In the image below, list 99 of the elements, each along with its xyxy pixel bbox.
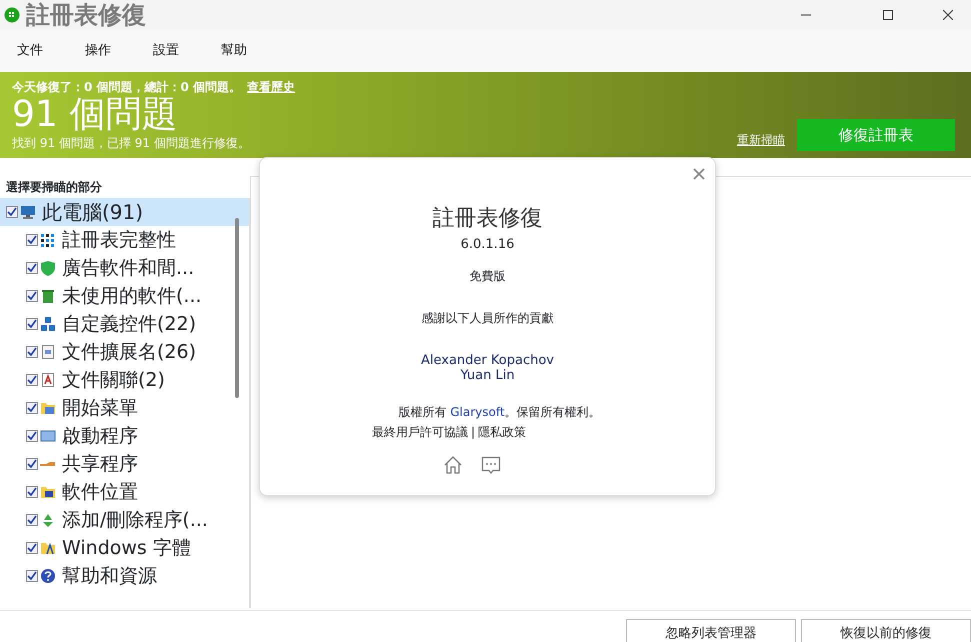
window-icon xyxy=(40,428,56,444)
item-label: Windows 字體 xyxy=(62,536,191,561)
checkbox[interactable] xyxy=(26,234,38,246)
tree-item[interactable]: 開始菜單 xyxy=(0,394,249,422)
check-icon xyxy=(7,207,17,217)
scan-summary: 找到 91 個問題，已擇 91 個問題進行修復。 xyxy=(12,135,250,152)
item-label: 註冊表完整性 xyxy=(62,228,176,253)
tree-item[interactable]: 共享程序 xyxy=(0,450,249,478)
check-icon xyxy=(27,571,37,581)
item-label: 共享程序 xyxy=(62,452,138,477)
tree-item[interactable]: 文件擴展名(26) xyxy=(0,338,249,366)
grid-icon xyxy=(40,232,56,248)
check-icon xyxy=(27,319,37,329)
check-icon xyxy=(27,487,37,497)
trash-icon xyxy=(40,288,56,304)
checkbox[interactable] xyxy=(26,290,38,302)
check-icon xyxy=(27,263,37,273)
maximize-icon xyxy=(883,10,893,20)
item-label: 未使用的軟件(... xyxy=(62,284,202,309)
item-label: 文件擴展名(26) xyxy=(62,340,196,365)
credit-name: Alexander Kopachov xyxy=(420,352,555,368)
dialog-close-button[interactable] xyxy=(693,168,705,180)
rescan-link[interactable]: 重新掃瞄 xyxy=(737,131,785,149)
checkbox[interactable] xyxy=(26,346,38,358)
checkbox[interactable] xyxy=(26,318,38,330)
section-heading: 選擇要掃瞄的部分 xyxy=(5,179,103,196)
credits-heading: 感謝以下人員所作的貢獻 xyxy=(420,310,554,326)
checkbox[interactable] xyxy=(6,206,18,218)
checkbox[interactable] xyxy=(26,402,38,414)
issue-count: 91 個問題 xyxy=(12,96,178,134)
checkbox[interactable] xyxy=(26,486,38,498)
tree-item[interactable]: 自定義控件(22) xyxy=(0,310,249,338)
tree-item[interactable]: 啟動程序 xyxy=(0,422,249,450)
tree-item[interactable]: 軟件位置 xyxy=(0,478,249,506)
menu-item[interactable]: 設置 xyxy=(139,41,193,61)
eula-link[interactable]: 最終用戶許可協議 xyxy=(372,422,468,440)
shield-icon xyxy=(40,260,56,276)
item-label: 軟件位置 xyxy=(62,480,138,505)
tree-item[interactable]: 文件關聯(2) xyxy=(0,366,249,394)
check-icon xyxy=(27,431,37,441)
menu-item[interactable]: 操作 xyxy=(71,41,125,61)
tree-item[interactable]: 廣告軟件和間... xyxy=(0,254,249,282)
folder-icon xyxy=(40,484,56,500)
window-title: 註冊表修復 xyxy=(26,0,146,30)
checkbox[interactable] xyxy=(26,570,38,582)
item-label: 幫助和資源 xyxy=(62,564,157,589)
dialog-title: 註冊表修復 xyxy=(432,205,544,233)
checkbox[interactable] xyxy=(26,458,38,470)
check-icon xyxy=(27,347,37,357)
check-icon xyxy=(27,403,37,413)
version-text: 6.0.1.16 xyxy=(460,236,516,254)
item-label: 廣告軟件和間... xyxy=(62,256,194,281)
tree-item[interactable]: Windows 字體 xyxy=(0,534,249,562)
checkbox[interactable] xyxy=(26,514,38,526)
chat-icon[interactable] xyxy=(480,454,500,474)
checkbox[interactable] xyxy=(26,430,38,442)
close-icon xyxy=(943,10,953,20)
check-icon xyxy=(27,543,37,553)
check-icon xyxy=(27,291,37,301)
tree-item[interactable]: 此電腦(91) xyxy=(0,198,249,226)
link-separator: | xyxy=(470,424,476,440)
blocks-icon xyxy=(40,316,56,332)
item-label: 啟動程序 xyxy=(62,424,138,449)
scan-stats: 今天修復了：0 個問題，總計：0 個問題。 xyxy=(12,79,242,96)
folder-icon xyxy=(40,540,56,556)
question-icon xyxy=(40,568,56,584)
tree-item[interactable]: 幫助和資源 xyxy=(0,562,249,590)
checkbox[interactable] xyxy=(26,542,38,554)
menu-item[interactable]: 文件 xyxy=(3,41,57,61)
copyright-text: 版權所有 Glarysoft。保留所有權利。 xyxy=(397,404,602,420)
check-icon xyxy=(27,459,37,469)
item-label: 開始菜單 xyxy=(62,396,138,421)
close-icon xyxy=(693,168,705,180)
footer-button[interactable]: 忽略列表管理器 xyxy=(626,619,796,642)
tree-item[interactable]: 添加/刪除程序(... xyxy=(0,506,249,534)
app-logo-icon xyxy=(4,7,20,23)
company-link[interactable]: Glarysoft xyxy=(450,404,505,418)
document-icon xyxy=(40,372,56,388)
tree-item[interactable]: 未使用的軟件(... xyxy=(0,282,249,310)
item-label: 添加/刪除程序(... xyxy=(62,508,208,533)
privacy-link[interactable]: 隱私政策 xyxy=(478,422,526,440)
check-icon xyxy=(27,235,37,245)
tree-item[interactable]: 註冊表完整性 xyxy=(0,226,249,254)
check-icon xyxy=(27,375,37,385)
checkbox[interactable] xyxy=(26,374,38,386)
item-label: 自定義控件(22) xyxy=(62,312,196,337)
footer-button[interactable]: 恢復以前的修復 xyxy=(801,619,971,642)
document-icon xyxy=(40,344,56,360)
edition-text: 免費版 xyxy=(468,268,506,284)
folder-icon xyxy=(40,400,56,416)
check-icon xyxy=(27,515,37,525)
item-label: 此電腦(91) xyxy=(42,199,144,226)
monitor-icon xyxy=(20,204,36,220)
menu-item[interactable]: 幫助 xyxy=(207,41,261,61)
checkbox[interactable] xyxy=(26,262,38,274)
home-icon[interactable] xyxy=(442,454,462,474)
item-label: 文件關聯(2) xyxy=(62,368,165,393)
credit-name: Yuan Lin xyxy=(459,368,516,382)
scrollbar[interactable] xyxy=(235,218,239,398)
